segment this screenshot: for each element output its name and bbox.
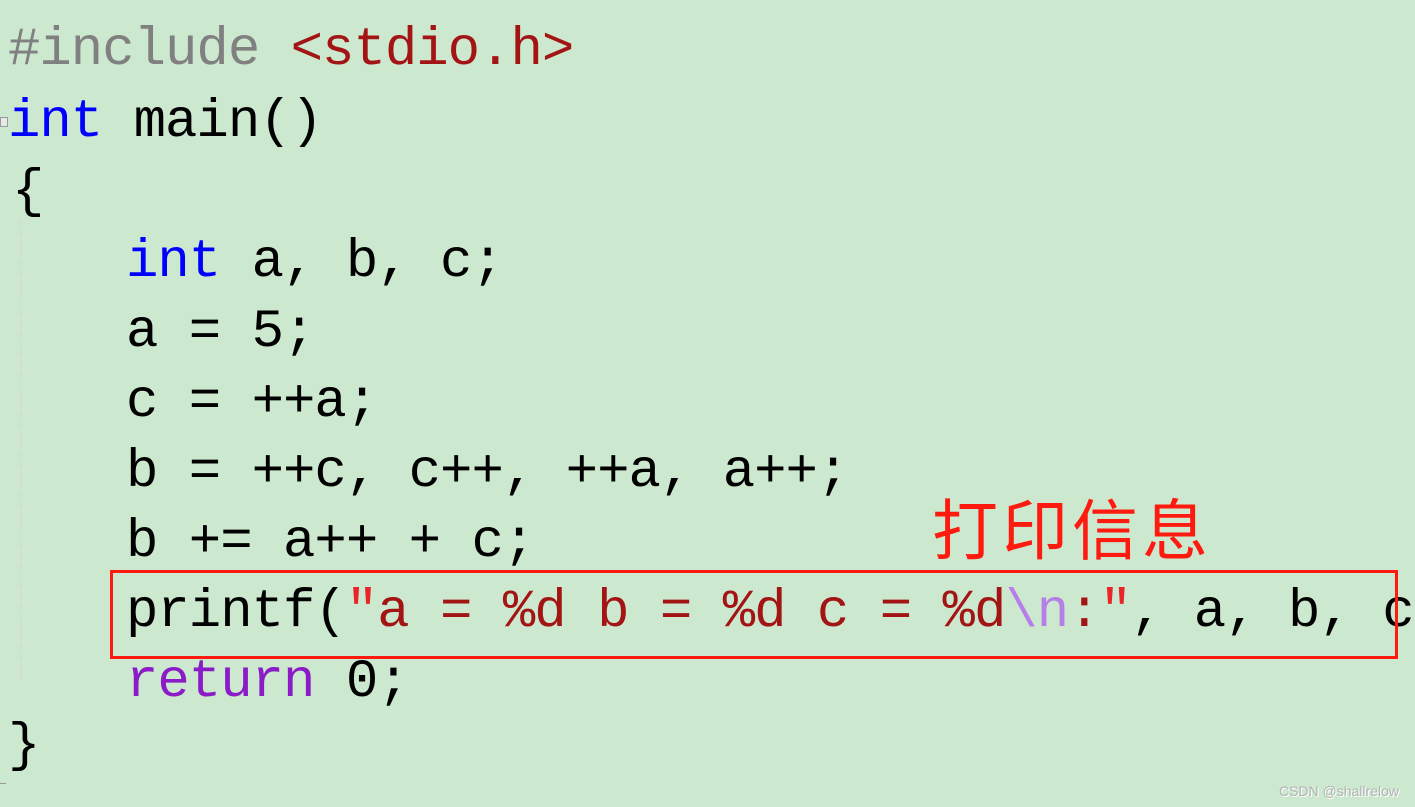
keyword-int: int (126, 232, 221, 293)
indent-guide (20, 220, 22, 680)
code-line: c = ++a; (126, 372, 378, 433)
include-header: <stdio.h> (290, 20, 575, 81)
code-line: b = ++c, c++, ++a, a++; (126, 442, 849, 503)
keyword-return: return (126, 652, 315, 713)
return-value: 0; (314, 652, 410, 713)
annotation-label: 打印信息 (932, 493, 1212, 570)
code-line-open-brace: { (12, 162, 44, 223)
main-signature: main() (133, 92, 323, 153)
keyword-int: int (8, 92, 103, 153)
fold-end-marker (0, 783, 6, 784)
decl-vars: a, b, c; (251, 232, 504, 293)
watermark: CSDN @shallrelow (1278, 783, 1399, 799)
preprocessor-directive: #include (8, 20, 260, 81)
fold-toggle-icon[interactable] (0, 117, 8, 127)
code-line: b += a++ + c; (126, 512, 535, 573)
code-line-include: #include <stdio.h> (8, 16, 575, 86)
highlight-box (110, 570, 1398, 659)
code-line-decl: int a, b, c; (126, 228, 504, 298)
code-line-main: int main() (8, 88, 323, 158)
code-line-close-brace: } (8, 716, 40, 777)
code-line: a = 5; (126, 302, 315, 363)
